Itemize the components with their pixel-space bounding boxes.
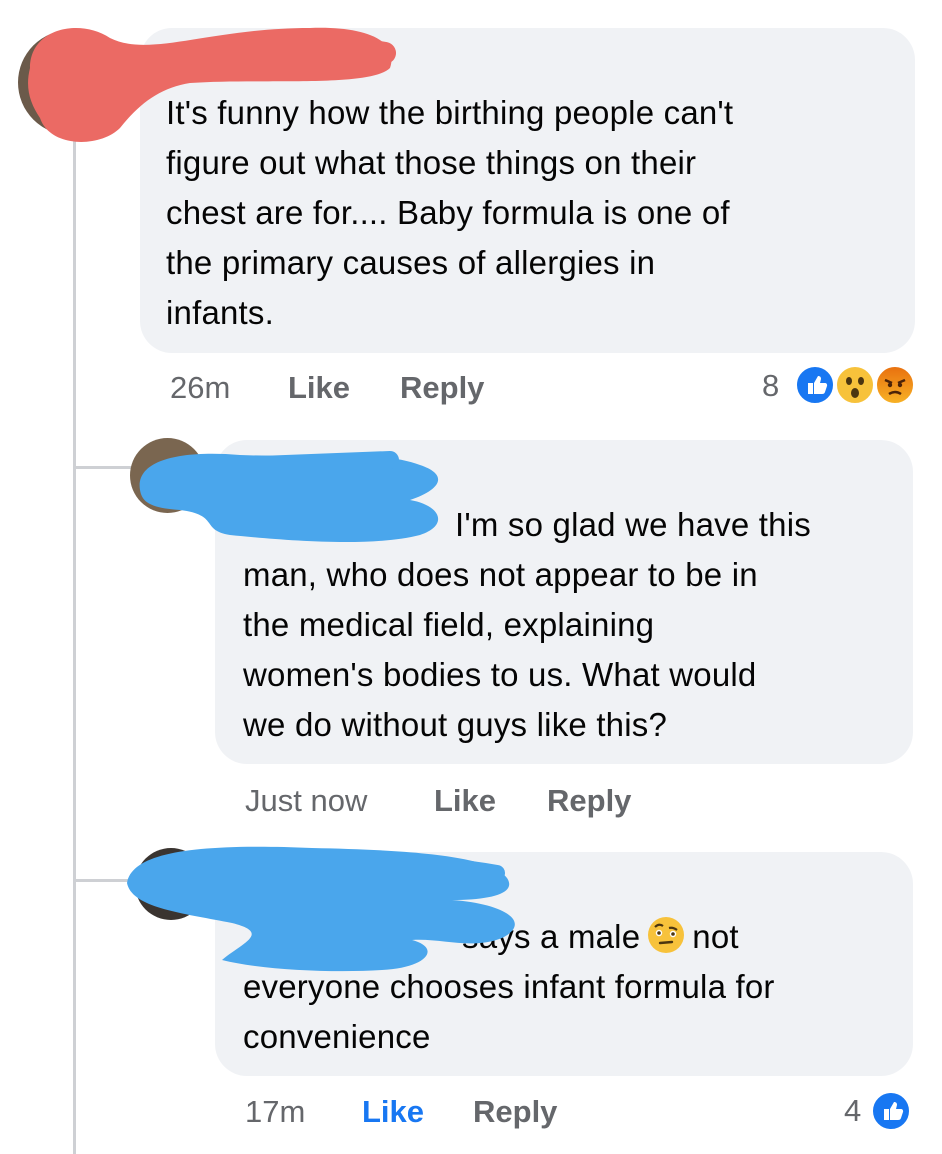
comment-timestamp[interactable]: Just now xyxy=(245,783,367,819)
comment-timestamp[interactable]: 26m xyxy=(170,370,230,406)
like-button-label: Like xyxy=(362,1094,425,1129)
reply-button[interactable]: Reply xyxy=(547,783,631,819)
comment-line: figure out what those things on their xyxy=(166,144,697,181)
comment-line: the medical field, explaining xyxy=(243,606,655,643)
reply-button[interactable]: Reply xyxy=(473,1094,557,1130)
like-button[interactable]: Like xyxy=(362,1094,424,1130)
comment-text: man, who does not appear to be in the me… xyxy=(243,550,758,750)
avatar[interactable] xyxy=(18,30,123,135)
comment-line: we do without guys like this? xyxy=(243,706,668,743)
thread-connector-2 xyxy=(76,466,136,469)
reaction-count[interactable]: 8 xyxy=(762,368,779,404)
comment-line: the primary causes of allergies in xyxy=(166,244,656,281)
comment-line: It's funny how the birthing people can't xyxy=(166,94,734,131)
comment-text-fragment: says a male xyxy=(462,918,641,955)
comment-text: everyone chooses infant formula for conv… xyxy=(243,962,775,1062)
comment-text: says a male not xyxy=(462,912,739,962)
comment-line: convenience xyxy=(243,1018,431,1055)
avatar[interactable] xyxy=(135,848,207,920)
reactions-summary[interactable] xyxy=(790,362,916,408)
comment-timestamp[interactable]: 17m xyxy=(245,1094,305,1130)
wow-icon xyxy=(834,364,876,406)
reaction-count[interactable]: 4 xyxy=(844,1093,861,1129)
like-icon[interactable] xyxy=(870,1090,912,1132)
angry-icon xyxy=(874,364,916,406)
comment-text: I'm so glad we have this xyxy=(455,500,811,550)
like-button-label: Like xyxy=(288,370,351,405)
thread-line-vertical xyxy=(73,90,76,1154)
comment-line: everyone chooses infant formula for xyxy=(243,968,775,1005)
like-button[interactable]: Like xyxy=(434,783,496,819)
like-button-label: Like xyxy=(434,783,497,818)
comment-line: I'm so glad we have this xyxy=(455,506,811,543)
reply-button-label: Reply xyxy=(547,783,632,818)
comment-line: women's bodies to us. What would xyxy=(243,656,757,693)
like-button[interactable]: Like xyxy=(288,370,350,406)
comment-line: infants. xyxy=(166,294,274,331)
comment-line: chest are for.... Baby formula is one of xyxy=(166,194,730,231)
like-icon xyxy=(794,364,836,406)
avatar[interactable] xyxy=(130,438,205,513)
reply-button-label: Reply xyxy=(400,370,485,405)
comment-line: man, who does not appear to be in xyxy=(243,556,758,593)
reply-button[interactable]: Reply xyxy=(400,370,484,406)
comment-text: It's funny how the birthing people can't… xyxy=(166,88,733,338)
reply-button-label: Reply xyxy=(473,1094,558,1129)
comment-text-fragment: not xyxy=(692,918,739,955)
raised-eyebrow-emoji-icon xyxy=(646,915,686,955)
thread-connector-3 xyxy=(76,879,136,882)
